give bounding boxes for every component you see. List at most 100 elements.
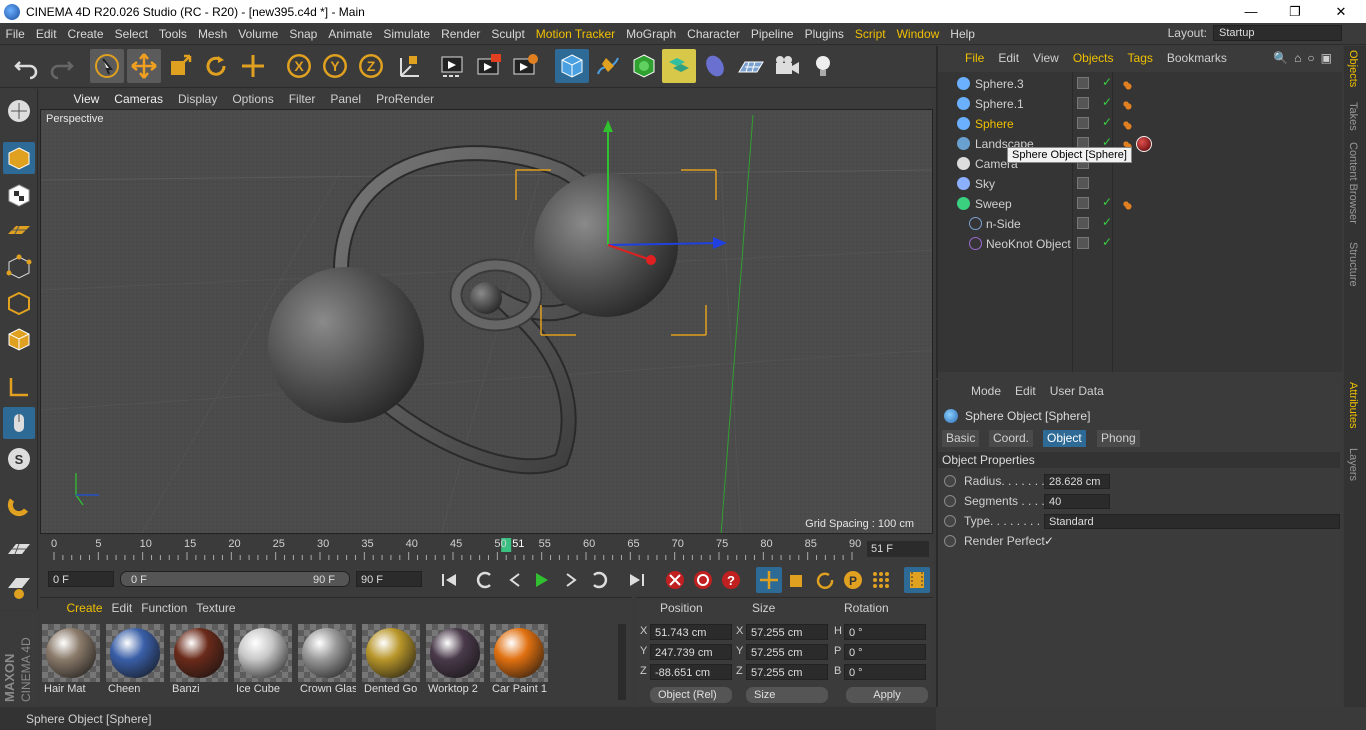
menu-plugins[interactable]: Plugins (799, 27, 849, 41)
material-menu-edit[interactable]: Edit (107, 601, 137, 615)
autokeying-icon[interactable] (690, 567, 716, 593)
menu-mograph[interactable]: MoGraph (621, 27, 682, 41)
object-name[interactable]: Sweep (975, 197, 1012, 211)
menu-sculpt[interactable]: Sculpt (486, 27, 530, 41)
points-mode-icon[interactable] (3, 251, 35, 283)
material-swatch[interactable]: Ice Cube (234, 624, 292, 696)
visibility-toggle-icon[interactable] (1077, 117, 1089, 129)
timeline-window-icon[interactable] (904, 567, 930, 593)
menu-animate[interactable]: Animate (323, 27, 378, 41)
menu-snap[interactable]: Snap (284, 27, 323, 41)
subdivision-surface-icon[interactable] (627, 49, 661, 83)
start-frame-field[interactable]: 0 F (48, 571, 114, 587)
object-row[interactable]: Camera (938, 154, 1342, 174)
frame-range-slider[interactable]: 0 F 90 F (120, 571, 350, 587)
record-active-objects-icon[interactable] (662, 567, 688, 593)
tab-basic[interactable]: Basic (942, 430, 980, 447)
material-menu-create[interactable]: Create (62, 601, 107, 615)
phong-tag-icon[interactable] (1120, 198, 1132, 210)
object-name[interactable]: n-Side (986, 217, 1021, 231)
polygons-mode-icon[interactable] (3, 323, 35, 355)
material-swatch[interactable]: Hair Mat (42, 624, 100, 696)
timeline-ruler[interactable] (40, 536, 933, 564)
position-track-icon[interactable] (756, 567, 782, 593)
render-perfect-checkbox[interactable]: ✓ (1044, 534, 1054, 548)
attribute-menu-edit[interactable]: Edit (1008, 384, 1043, 398)
play-forward-icon[interactable] (528, 567, 554, 593)
texture-mode-icon[interactable] (3, 179, 35, 211)
light-object-icon[interactable] (806, 49, 840, 83)
object-row[interactable]: Sky (938, 174, 1342, 194)
enabled-check-icon[interactable]: ✓ (1102, 195, 1112, 209)
cube-primitive-icon[interactable] (555, 49, 589, 83)
enabled-check-icon[interactable]: ✓ (1102, 75, 1112, 89)
object-row[interactable]: Sweep ✓ (938, 194, 1342, 214)
search-icon[interactable]: 🔍 (1273, 51, 1288, 65)
move-tool-icon[interactable] (127, 49, 161, 83)
menu-create[interactable]: Create (62, 27, 109, 41)
coordinate-mode-dropdown[interactable]: Object (Rel) (650, 687, 732, 703)
render-to-picture-viewer-icon[interactable] (472, 49, 506, 83)
tab-phong[interactable]: Phong (1097, 430, 1140, 447)
menu-character[interactable]: Character (682, 27, 746, 41)
tab-coord[interactable]: Coord. (989, 430, 1034, 447)
live-selection-icon[interactable] (90, 49, 124, 83)
coord-pos-field[interactable]: -88.651 cm (650, 664, 732, 680)
menu-volume[interactable]: Volume (233, 27, 284, 41)
menu-simulate[interactable]: Simulate (378, 27, 436, 41)
enabled-check-icon[interactable]: ✓ (1102, 235, 1112, 249)
coord-pos-field[interactable]: 247.739 cm (650, 644, 732, 660)
animate-radio-icon[interactable] (944, 495, 956, 507)
new-window-icon[interactable]: ▣ (1321, 51, 1332, 65)
material-scrollbar[interactable] (618, 624, 626, 700)
side-tab-takes[interactable]: Takes (1347, 102, 1359, 131)
material-menu-function[interactable]: Function (137, 601, 192, 615)
current-frame-field[interactable]: 51 F (867, 541, 929, 557)
viewport-menu-view[interactable]: View (66, 92, 107, 106)
keyframe-selection-icon[interactable]: ? (718, 567, 744, 593)
type-dropdown[interactable]: Standard (1044, 514, 1340, 529)
menu-mesh[interactable]: Mesh (192, 27, 232, 41)
material-swatch[interactable]: Banzi (170, 624, 228, 696)
timeline[interactable]: 0 5 10 15 20 25 30 35 40 45 50 55 60 65 70 75 80 85 90 51 5… (40, 536, 933, 564)
object-list[interactable]: Sphere.3 ✓ Sphere.1 ✓ Sphere ✓ Landscape ✓ Camer… (938, 72, 1342, 372)
viewport-menu-filter[interactable]: Filter (281, 92, 323, 106)
side-tab-content-browser[interactable]: Content Browser (1347, 142, 1359, 224)
scale-track-icon[interactable] (784, 567, 810, 593)
phong-tag-icon[interactable] (1120, 118, 1132, 130)
object-menu-objects[interactable]: Objects (1066, 51, 1121, 65)
coord-rot-field[interactable]: 0 ° (844, 664, 926, 680)
attribute-menu-mode[interactable]: Mode (964, 384, 1008, 398)
material-swatch[interactable]: Worktop 2 (426, 624, 484, 696)
tab-object[interactable]: Object (1043, 430, 1086, 447)
size-mode-dropdown[interactable]: Size (746, 687, 828, 703)
go-to-end-icon[interactable] (624, 567, 650, 593)
scale-tool-icon[interactable] (163, 49, 197, 83)
object-row[interactable]: Landscape ✓ (938, 134, 1342, 154)
array-generator-icon[interactable] (662, 49, 696, 83)
object-row[interactable]: Sphere.1 ✓ (938, 94, 1342, 114)
viewport-menu-prorender[interactable]: ProRender (369, 92, 442, 106)
menu-pipeline[interactable]: Pipeline (745, 27, 799, 41)
camera-object-icon[interactable] (770, 49, 804, 83)
visibility-toggle-icon[interactable] (1077, 97, 1089, 109)
viewport-menu-cameras[interactable]: Cameras (107, 92, 171, 106)
menu-motion-tracker[interactable]: Motion Tracker (530, 27, 620, 41)
side-tab-attributes[interactable]: Attributes (1347, 382, 1359, 428)
apply-button[interactable]: Apply (846, 687, 928, 703)
enabled-check-icon[interactable]: ✓ (1102, 215, 1112, 229)
make-editable-icon[interactable] (3, 95, 35, 127)
coord-rot-field[interactable]: 0 ° (844, 644, 926, 660)
go-to-start-icon[interactable] (436, 567, 462, 593)
menu-window[interactable]: Window (891, 27, 945, 41)
visibility-toggle-icon[interactable] (1077, 197, 1089, 209)
y-axis-lock-icon[interactable]: Y (318, 49, 352, 83)
object-name[interactable]: Sphere.1 (975, 97, 1024, 111)
menu-file[interactable]: File (0, 27, 30, 41)
point-level-animation-icon[interactable] (868, 567, 894, 593)
viewport-menu-display[interactable]: Display (170, 92, 224, 106)
coord-size-field[interactable]: 57.255 cm (746, 624, 828, 640)
property-field[interactable]: 28.628 cm (1044, 474, 1110, 489)
phong-tag-icon[interactable] (1120, 98, 1132, 110)
layout-dropdown[interactable]: Startup (1213, 25, 1342, 41)
